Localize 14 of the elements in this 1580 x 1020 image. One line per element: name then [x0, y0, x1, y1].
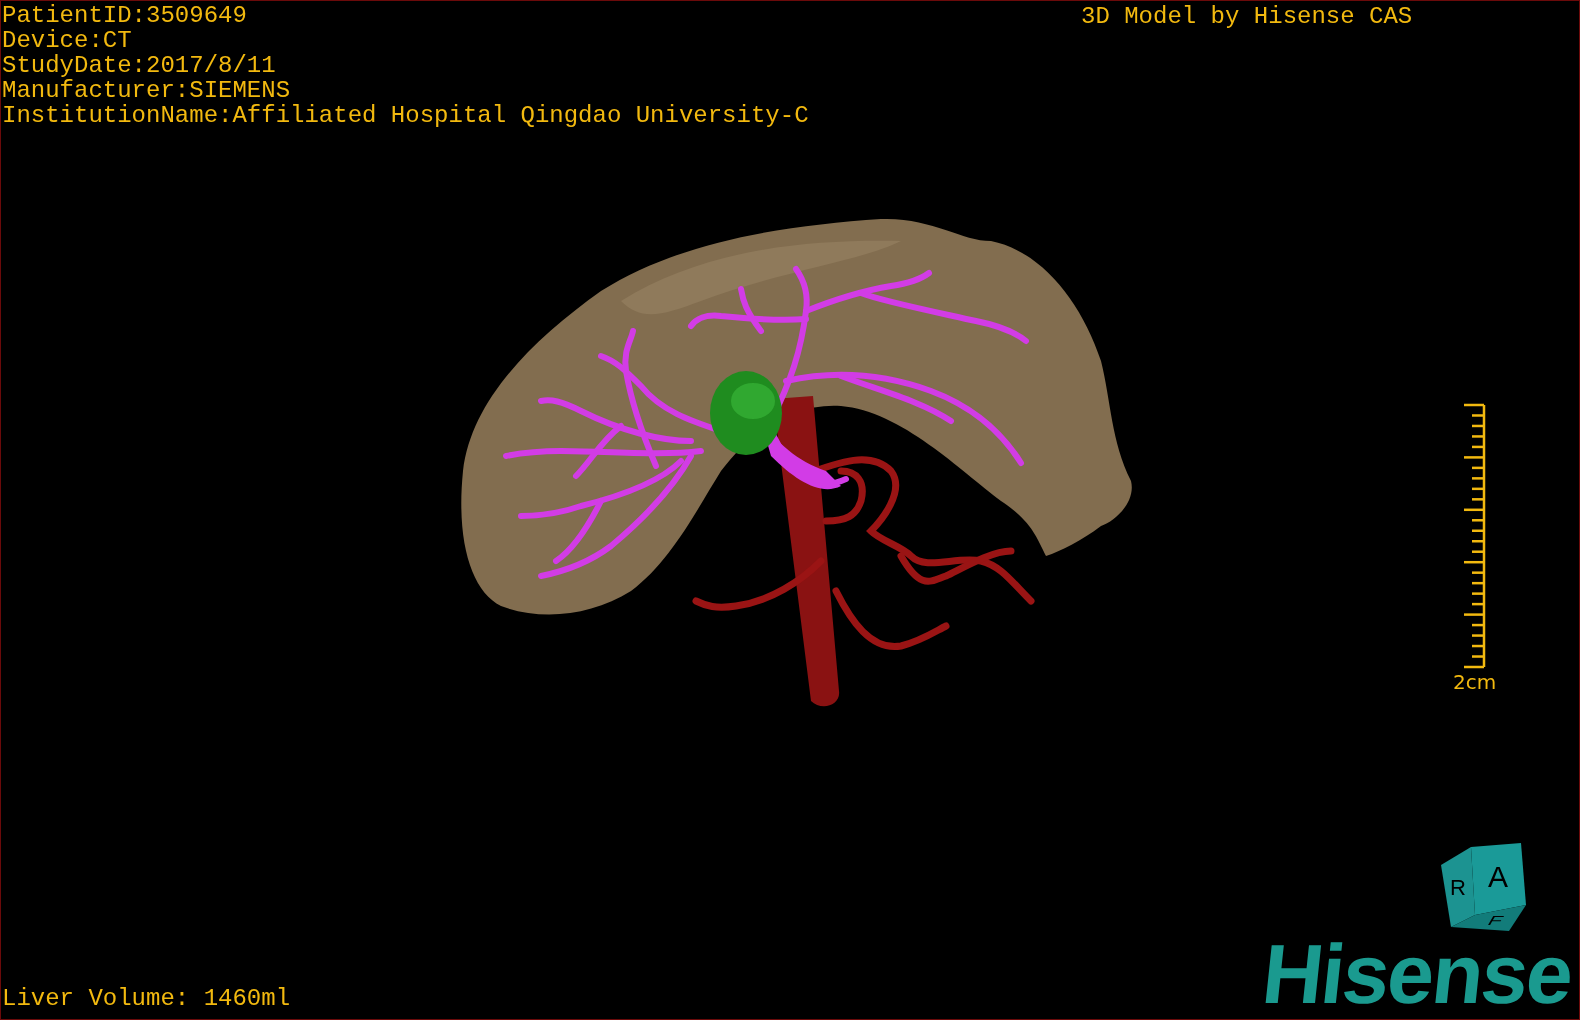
logo: Hisense	[1259, 941, 1575, 1007]
cube-face-label: F	[1484, 913, 1507, 928]
patient-info-text: Manufacturer:SIEMENS	[2, 78, 292, 103]
patient-info-text: PatientID:3509649	[2, 3, 248, 28]
cube-face-label: A	[1488, 860, 1508, 893]
3d-viewport[interactable]: PatientID:3509649 Device:CT StudyDate:2017/8/11 Manufacturer:SIEMENS InstitutionName:Affiliated Hospital Qingdao University-C 3D Model by Hisense CAS 2cm Liver Volume: 1460ml R A F Hisense	[0, 0, 1580, 1020]
orientation-cube[interactable]	[1441, 843, 1526, 931]
cube-face-label: R	[1450, 875, 1466, 900]
scale-label: 2cm	[1453, 671, 1497, 693]
model-credit-text: 3D Model by Hisense CAS	[1081, 4, 1413, 29]
patient-info-text: StudyDate:2017/8/11	[2, 53, 277, 78]
liver-volume-text: Liver Volume: 1460ml	[2, 986, 291, 1011]
patient-info-text: InstitutionName:Affiliated Hospital Qingdao University-C	[2, 103, 809, 128]
patient-info-text: Device:CT	[2, 28, 133, 53]
